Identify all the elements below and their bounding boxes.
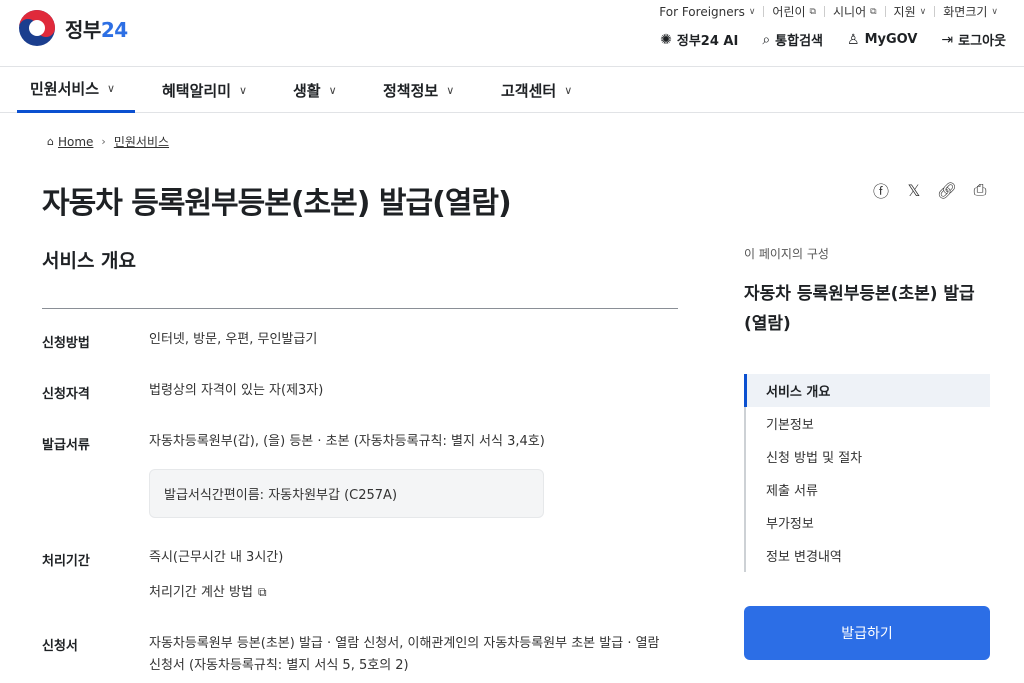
chevron-down-icon: ∨ [748, 6, 756, 17]
toc-title: 자동차 등록원부등본(초본) 발급(열람) [744, 284, 975, 334]
screen-size-menu[interactable]: 화면크기 ∨ [935, 3, 1006, 20]
utility-top-menu: For Foreigners ∨ 어린이 ⧉ 시니어 ⧉ 지원 ∨ 화면크기 ∨ [651, 3, 1006, 20]
support-menu[interactable]: 지원 ∨ [886, 3, 935, 20]
method-value: 인터넷, 방문, 우편, 무인발급기 [149, 332, 318, 347]
chevron-down-icon: ∨ [328, 83, 337, 97]
taegeuk-logo-icon [19, 10, 55, 46]
toc-item-documents[interactable]: 제출 서류 [746, 473, 990, 506]
site-header: 정부24 For Foreigners ∨ 어린이 ⧉ 시니어 ⧉ 지원 ∨ 화면크기 ∨… [0, 0, 1024, 66]
section-title: 서비스 개요 [42, 250, 137, 272]
issue-button[interactable]: 발급하기 [744, 606, 990, 660]
logo-text: 정부24 [65, 17, 128, 42]
facebook-icon[interactable]: ⓕ [871, 180, 891, 201]
nav-customer-center[interactable]: 고객센터 ∨ [501, 67, 572, 113]
toc-item-additional[interactable]: 부가정보 [746, 506, 990, 539]
processing-time-label: 처리기간 [42, 554, 90, 569]
application-form-label: 신청서 [42, 639, 78, 654]
logout-button[interactable]: ⇥ 로그아웃 [941, 30, 1006, 50]
documents-note: 발급서식간편이름: 자동차원부갑 (C257A) [149, 469, 544, 518]
breadcrumb: ⌂ Home › 민원서비스 [47, 133, 169, 150]
ai-icon: ✺ [660, 31, 672, 48]
documents-value: 자동차등록원부(갑), (을) 등본 · 초본 (자동차등록규칙: 별지 서식 … [149, 434, 545, 449]
chevron-down-icon: ∨ [919, 6, 927, 17]
logout-icon: ⇥ [941, 31, 954, 48]
toc-item-procedure[interactable]: 신청 방법 및 절차 [746, 440, 990, 473]
popup-icon: ⧉ [257, 585, 267, 599]
application-form-value-2: 신청서 (자동차등록규칙: 별지 서식 5, 5호의 2) [149, 658, 409, 673]
utility-main-menu: ✺ 정부24 AI ⌕ 통합검색 ♙ MyGOV ⇥ 로그아웃 [636, 30, 1006, 50]
chevron-down-icon: ∨ [991, 6, 998, 17]
page-title: 자동차 등록원부등본(초본) 발급(열람) [42, 186, 512, 221]
processing-time-calc-link[interactable]: 처리기간 계산 방법 ⧉ [149, 581, 267, 604]
toc-list: 서비스 개요 기본정보 신청 방법 및 절차 제출 서류 부가정보 정보 변경내… [744, 374, 990, 572]
nav-civil-services[interactable]: 민원서비스 ∨ [17, 67, 135, 113]
gov24-logo[interactable]: 정부24 [17, 8, 128, 48]
toc-item-change-history[interactable]: 정보 변경내역 [746, 539, 990, 572]
breadcrumb-home[interactable]: Home [58, 135, 93, 149]
qualification-label: 신청자격 [42, 387, 90, 402]
global-nav: 민원서비스 ∨ 혜택알리미 ∨ 생활 ∨ 정책정보 ∨ 고객센터 ∨ [0, 66, 1024, 113]
kids-link[interactable]: 어린이 ⧉ [764, 3, 824, 20]
nav-benefit-alerts[interactable]: 혜택알리미 ∨ [162, 67, 247, 113]
for-foreigners-menu[interactable]: For Foreigners ∨ [651, 5, 763, 19]
processing-time-value: 즉시(근무시간 내 3시간) [149, 550, 284, 565]
share-tools: ⓕ 𝕏 🔗︎ ⎙ [858, 180, 990, 201]
documents-label: 발급서류 [42, 438, 90, 453]
chevron-down-icon: ∨ [564, 83, 573, 97]
link-copy-icon[interactable]: 🔗︎ [937, 180, 957, 200]
breadcrumb-civil-services[interactable]: 민원서비스 [114, 133, 169, 150]
print-icon[interactable]: ⎙ [970, 180, 990, 200]
gov24-ai-button[interactable]: ✺ 정부24 AI [660, 30, 738, 50]
external-link-icon: ⧉ [809, 6, 816, 17]
section-divider [42, 308, 678, 309]
chevron-right-icon: › [101, 135, 106, 148]
application-form-value-1: 자동차등록원부 등본(초본) 발급 · 열람 신청서, 이해관계인의 자동차등록… [149, 636, 660, 651]
qualification-value: 법령상의 자격이 있는 자(제3자) [149, 383, 324, 398]
toc-label: 이 페이지의 구성 [744, 247, 829, 261]
toc-item-basic-info[interactable]: 기본정보 [746, 407, 990, 440]
nav-life[interactable]: 생활 ∨ [293, 67, 337, 113]
method-label: 신청방법 [42, 336, 90, 351]
chevron-down-icon: ∨ [239, 83, 248, 97]
home-icon: ⌂ [47, 135, 54, 148]
nav-policy-info[interactable]: 정책정보 ∨ [383, 67, 454, 113]
toc-item-overview[interactable]: 서비스 개요 [744, 374, 990, 407]
mygov-button[interactable]: ♙ MyGOV [847, 32, 917, 48]
chevron-down-icon: ∨ [446, 83, 455, 97]
search-icon: ⌕ [762, 31, 771, 48]
user-icon: ♙ [847, 31, 860, 48]
x-twitter-icon[interactable]: 𝕏 [904, 180, 924, 200]
external-link-icon: ⧉ [870, 6, 877, 17]
senior-link[interactable]: 시니어 ⧉ [825, 3, 885, 20]
chevron-down-icon: ∨ [107, 82, 116, 95]
integrated-search-button[interactable]: ⌕ 통합검색 [762, 30, 823, 50]
